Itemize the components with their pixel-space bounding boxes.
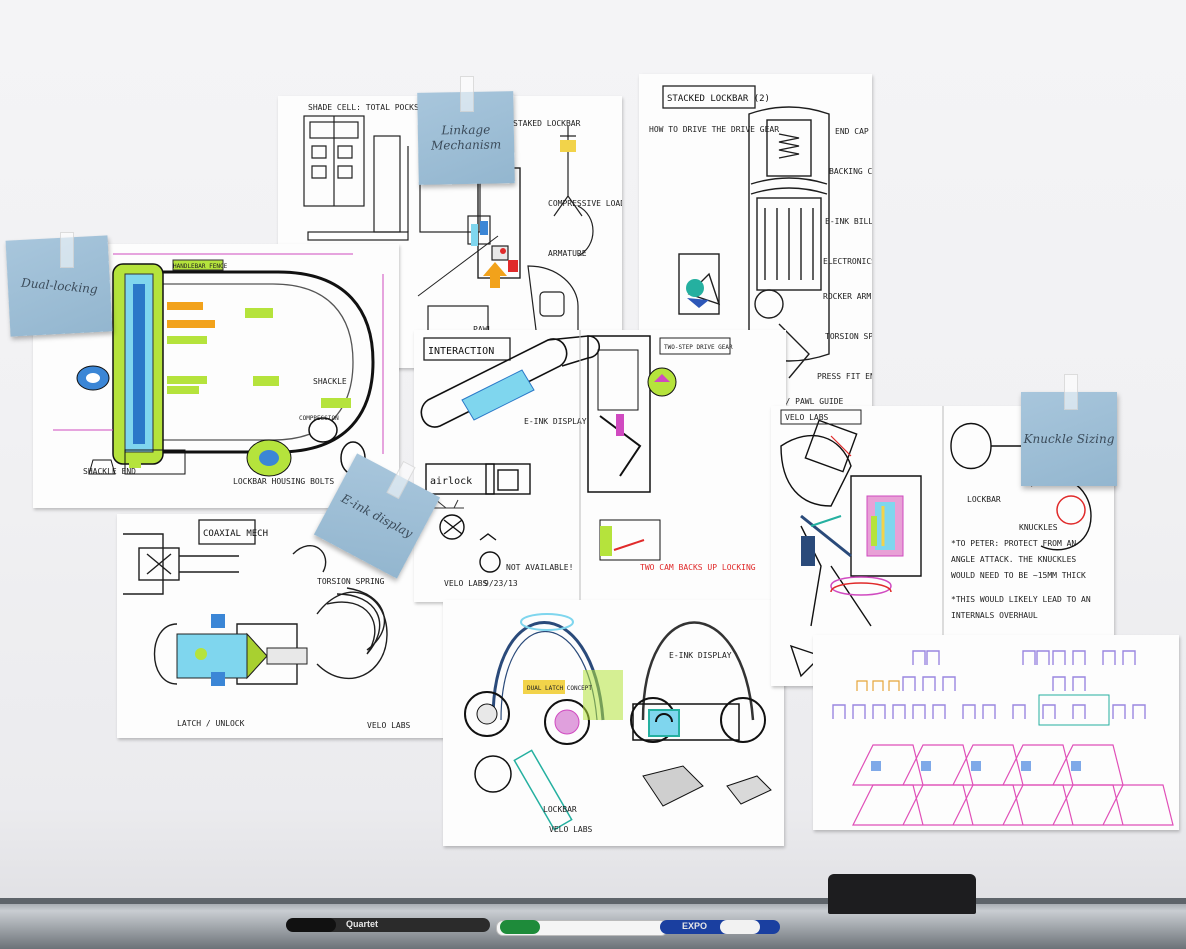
svg-text:HANDLEBAR FENCE: HANDLEBAR FENCE <box>173 263 228 270</box>
stacked-lockbar-title: STACKED LOCKBAR (2) <box>667 94 770 104</box>
sticky-note-dual-text: Dual-locking <box>20 275 98 296</box>
end-cap-label: END CAP <box>835 127 869 136</box>
e-ink-hd-label: E-INK DISPLAY <box>524 417 587 426</box>
svg-text:TORSION SPRING: TORSION SPRING <box>317 577 385 586</box>
svg-text:*TO PETER: PROTECT FROM AN: *TO PETER: PROTECT FROM AN <box>951 539 1076 548</box>
torsion-spring-label: TORSION SPRING <box>825 332 872 341</box>
svg-text:SHACKLE: SHACKLE <box>313 377 347 386</box>
sticky-note-eink-text: E-ink display <box>339 490 416 541</box>
svg-text:COMPRESSION: COMPRESSION <box>299 415 339 422</box>
svg-text:WOULD NEED TO BE ~15MM THICK: WOULD NEED TO BE ~15MM THICK <box>951 571 1086 580</box>
expo-label: EXPO <box>682 921 708 931</box>
tape <box>1064 374 1078 410</box>
svg-text:SHACKLE END: SHACKLE END <box>83 467 136 476</box>
tray-lip <box>0 898 1186 904</box>
sketch-sheet-frames <box>813 635 1179 830</box>
interaction-title: INTERACTION <box>428 346 494 357</box>
knuckle-velo: VELO LABS <box>785 413 829 422</box>
coaxial-velo: VELO LABS <box>367 721 411 730</box>
backing-column-label: BACKING COLUMN <box>829 167 872 176</box>
airlock-wordmark: airlock <box>430 476 472 487</box>
svg-text:LOCKBAR HOUSING BOLTS: LOCKBAR HOUSING BOLTS <box>233 477 334 486</box>
sketch-sheet-dual-latch: DUAL LATCH CONCEPT E-INK DISPLAY LOCKBAR… <box>443 600 784 846</box>
how-to-drive-label: HOW TO DRIVE THE DRIVE GEAR <box>649 125 779 134</box>
svg-text:LATCH / UNLOCK: LATCH / UNLOCK <box>177 719 245 728</box>
quartet-label: Quartet <box>346 919 379 929</box>
green-marker-cap <box>500 920 540 934</box>
lockbar-label: LOCKBAR <box>543 805 577 814</box>
sketch-sheet-interaction: INTERACTION airlock NOT AVAILABLE! VELO … <box>414 330 786 602</box>
tape <box>460 76 474 112</box>
e-ink-display-label: E-INK DISPLAY <box>669 651 732 660</box>
tape <box>60 232 74 268</box>
svg-text:COMPRESSIVE LOAD ON SHAFT: COMPRESSIVE LOAD ON SHAFT <box>548 199 622 208</box>
interaction-date: 9/23/13 <box>484 579 518 588</box>
rocker-arm-label: ROCKER ARM <box>823 292 871 301</box>
billboard-label: E-INK BILLBOARD SEGMENT <box>825 217 872 226</box>
sticky-note-knuckle-text: Knuckle Sizing <box>1023 431 1115 446</box>
sticky-note-dual-locking: Dual-locking <box>5 235 113 337</box>
interaction-sketch: INTERACTION airlock NOT AVAILABLE! VELO … <box>420 330 756 602</box>
dual-latch-velo: VELO LABS <box>549 825 593 834</box>
svg-text:*THIS WOULD LIKELY LEAD TO AN: *THIS WOULD LIKELY LEAD TO AN <box>951 595 1091 604</box>
electronics-label: ELECTRONICS MECH. BAY <box>823 257 872 266</box>
not-available-label: NOT AVAILABLE! <box>506 563 573 572</box>
two-step-title: TWO-STEP DRIVE GEAR <box>664 344 733 351</box>
black-marker-cap <box>286 918 336 932</box>
svg-text:ANGLE ATTACK. THE KNUCKLES: ANGLE ATTACK. THE KNUCKLES <box>951 555 1076 564</box>
sticky-note-linkage-text: Linkage Mechanism <box>430 122 502 153</box>
svg-text:TWO CAM BACKS UP LOCKING: TWO CAM BACKS UP LOCKING <box>640 563 756 572</box>
svg-text:INTERNALS OVERHAUL: INTERNALS OVERHAUL <box>951 611 1038 620</box>
knuckle-lockbar: LOCKBAR <box>967 495 1001 504</box>
frames-sketch <box>832 650 1174 826</box>
interaction-velo: VELO LABS <box>444 579 488 588</box>
staked-lockbar-label: STAKED LOCKBAR <box>513 119 581 128</box>
blue-marker-cap <box>720 920 760 934</box>
svg-text:ARMATURE: ARMATURE <box>548 249 587 258</box>
svg-text:SHADE CELL: TOTAL POCKS: SHADE CELL: TOTAL POCKS <box>308 103 419 112</box>
press-fit-label: PRESS FIT END CAP <box>817 372 872 381</box>
knuckles-label: KNUCKLES <box>1019 523 1058 532</box>
coaxial-title: COAXIAL MECH <box>203 529 268 539</box>
dual-latch-sketch: DUAL LATCH CONCEPT E-INK DISPLAY LOCKBAR… <box>464 613 772 834</box>
dual-latch-label: DUAL LATCH CONCEPT <box>527 685 592 692</box>
whiteboard-eraser[interactable] <box>828 874 976 914</box>
